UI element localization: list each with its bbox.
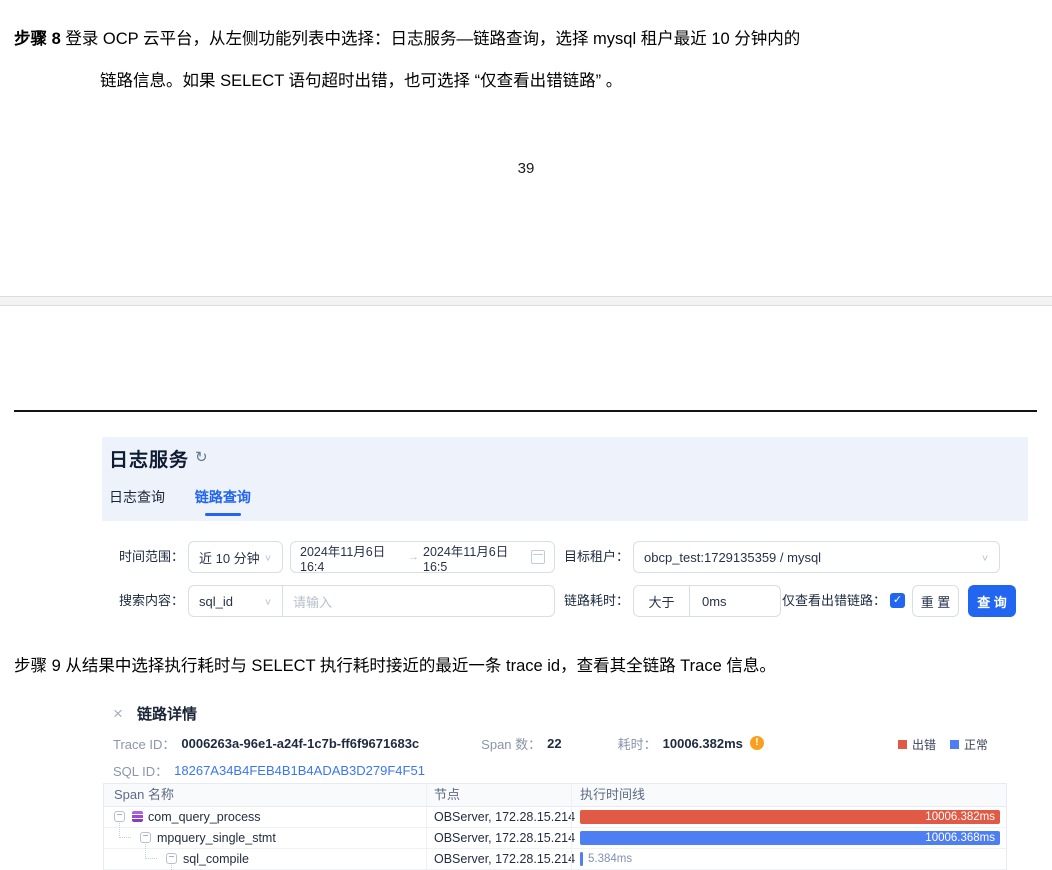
collapse-icon[interactable]: − <box>114 811 125 822</box>
table-row[interactable]: −sql_compile OBServer, 172.28.15.214 5.384… <box>104 849 1006 870</box>
page-title: 日志服务 <box>109 445 189 472</box>
duration-input[interactable]: 0ms <box>690 594 727 609</box>
filter-card: 时间范围： 近 10 分钟 ∨ 2024年11月6日 16:4 → 2024年1… <box>102 521 1022 633</box>
collapse-icon[interactable]: − <box>140 832 151 843</box>
timeline-bar: 10006.382ms <box>580 810 1000 824</box>
duration-operator-select[interactable]: 大于 <box>634 586 690 616</box>
span-node: OBServer, 172.28.15.214 <box>434 828 575 848</box>
log-service-panel: 日志服务 ↻ 日志查询 链路查询 时间范围： 近 10 分钟 ∨ 2024年11… <box>102 437 1028 633</box>
chevron-down-icon: ∨ <box>981 552 989 562</box>
table-row[interactable]: −mpquery_single_stmt OBServer, 172.28.15.… <box>104 828 1006 849</box>
page-number: 39 <box>0 160 1052 177</box>
legend: 出错 正常 <box>884 736 988 753</box>
chevron-down-icon: ∨ <box>264 552 272 562</box>
legend-item-normal: 正常 <box>950 736 988 753</box>
time-range-select[interactable]: 近 10 分钟 ∨ <box>188 541 283 573</box>
sql-id-label: SQL ID： <box>113 761 168 780</box>
timeline-duration-label: 5.384ms <box>588 852 632 866</box>
log-service-header: 日志服务 ↻ 日志查询 链路查询 <box>102 437 1028 521</box>
legend-item-error: 出错 <box>898 736 936 753</box>
col-span-name: Span 名称 <box>114 784 174 806</box>
close-icon[interactable]: × <box>113 705 123 722</box>
col-timeline: 执行时间线 <box>580 784 645 806</box>
timeline-track: 10006.368ms <box>580 831 1000 845</box>
reset-button[interactable]: 重 置 <box>912 585 959 617</box>
tree-connector <box>171 865 183 870</box>
trace-id-label: Trace ID： <box>113 734 175 753</box>
collapse-icon[interactable]: − <box>166 853 177 864</box>
span-node: OBServer, 172.28.15.214 <box>434 849 575 869</box>
col-node: 节点 <box>434 784 460 806</box>
query-button[interactable]: 查 询 <box>968 585 1016 617</box>
tenant-select[interactable]: obcp_test:1729135359 / mysql ∨ <box>633 541 1000 573</box>
duration-label: 耗时： <box>618 734 657 753</box>
time-range-value: 近 10 分钟 <box>199 548 260 567</box>
error-only-checkbox[interactable]: ✓ <box>890 593 905 608</box>
timeline-track: 10006.382ms <box>580 810 1000 824</box>
tree-connector <box>145 844 157 859</box>
legend-error-label: 出错 <box>912 736 936 753</box>
tenant-value: obcp_test:1729135359 / mysql <box>644 550 821 565</box>
search-type-select[interactable]: sql_id ∨ <box>189 586 283 616</box>
search-label: 搜索内容： <box>102 585 184 617</box>
arrow-right-icon: → <box>408 551 419 563</box>
trace-id-value: 0006263a-96e1-a24f-1c7b-ff6f9671683c <box>181 736 419 751</box>
tab-log-query[interactable]: 日志查询 <box>109 487 165 507</box>
span-type-icon <box>132 811 143 822</box>
trace-detail-panel: × 链路详情 Trace ID： 0006263a-96e1-a24f-1c7b… <box>103 700 1018 870</box>
trace-detail-title: 链路详情 <box>137 703 197 724</box>
step8-paragraph: 步骤 8 登录 OCP 云平台，从左侧功能列表中选择：日志服务—链路查询，选择 … <box>14 18 1044 102</box>
span-name: com_query_process <box>148 807 261 827</box>
date-range-picker[interactable]: 2024年11月6日 16:4 → 2024年11月6日 16:5 <box>290 541 555 573</box>
span-node: OBServer, 172.28.15.214 <box>434 807 575 827</box>
span-table-header: Span 名称 节点 执行时间线 <box>104 784 1006 807</box>
step8-line1: 步骤 8 登录 OCP 云平台，从左侧功能列表中选择：日志服务—链路查询，选择 … <box>14 18 1044 60</box>
calendar-icon <box>531 550 545 564</box>
span-name: mpquery_single_stmt <box>157 828 276 848</box>
column-divider <box>571 784 572 870</box>
filter-row-2: 搜索内容： sql_id ∨ 请输入 链路耗时： 大于 0ms 仅查看出错链路：… <box>102 585 1022 617</box>
date-end-value: 2024年11月6日 16:5 <box>423 541 527 574</box>
sql-id-row: SQL ID： 18267A34B4FEB4B1B4ADAB3D279F4F51 <box>113 761 425 780</box>
span-table: Span 名称 节点 执行时间线 − com_query_process OBSer… <box>103 783 1007 870</box>
time-range-label: 时间范围： <box>102 541 184 573</box>
filter-row-1: 时间范围： 近 10 分钟 ∨ 2024年11月6日 16:4 → 2024年1… <box>102 541 1022 573</box>
timeline-bar: 10006.368ms <box>580 831 1000 845</box>
step9-label: 步骤 9 <box>14 657 61 675</box>
duration-value: 10006.382ms <box>663 736 743 751</box>
trace-detail-header: × 链路详情 <box>113 703 197 723</box>
timeline-bar <box>580 852 583 866</box>
date-start-value: 2024年11月6日 16:4 <box>300 541 404 574</box>
trace-meta-row: Trace ID： 0006263a-96e1-a24f-1c7b-ff6f96… <box>113 734 764 752</box>
step8-line2: 链路信息。如果 SELECT 语句超时出错，也可选择 “仅查看出错链路” 。 <box>14 60 1044 102</box>
sql-id-link[interactable]: 18267A34B4FEB4B1B4ADAB3D279F4F51 <box>174 763 425 778</box>
span-count-value: 22 <box>547 736 561 751</box>
tree-connector <box>119 823 131 838</box>
tab-bar: 日志查询 链路查询 <box>109 487 277 507</box>
tenant-label: 目标租户： <box>553 541 629 573</box>
normal-swatch <box>950 740 959 749</box>
page-break-separator <box>0 296 1052 306</box>
step8-label: 步骤 8 <box>14 30 61 48</box>
span-count-label: Span 数： <box>481 734 541 753</box>
column-divider <box>426 784 427 870</box>
error-only-label: 仅查看出错链路： <box>768 585 886 617</box>
duration-label: 链路耗时： <box>553 585 629 617</box>
duration-control: 大于 0ms <box>633 585 781 617</box>
search-type-value: sql_id <box>199 594 233 609</box>
table-row[interactable]: − com_query_process OBServer, 172.28.15.21… <box>104 807 1006 828</box>
error-swatch <box>898 740 907 749</box>
chevron-down-icon: ∨ <box>264 596 272 606</box>
step9-paragraph: 步骤 9 从结果中选择执行耗时与 SELECT 执行耗时接近的最近一条 trac… <box>14 651 1044 681</box>
horizontal-rule <box>14 410 1037 412</box>
search-input[interactable]: 请输入 <box>283 592 554 611</box>
refresh-icon[interactable]: ↻ <box>195 448 208 466</box>
legend-normal-label: 正常 <box>964 736 988 753</box>
trace-table-rows: − com_query_process OBServer, 172.28.15.21… <box>104 807 1006 870</box>
tab-trace-query[interactable]: 链路查询 <box>195 487 251 507</box>
warning-icon: ! <box>750 736 764 750</box>
search-control: sql_id ∨ 请输入 <box>188 585 555 617</box>
timeline-track: 5.384ms <box>580 852 1000 866</box>
span-name: sql_compile <box>183 849 249 869</box>
